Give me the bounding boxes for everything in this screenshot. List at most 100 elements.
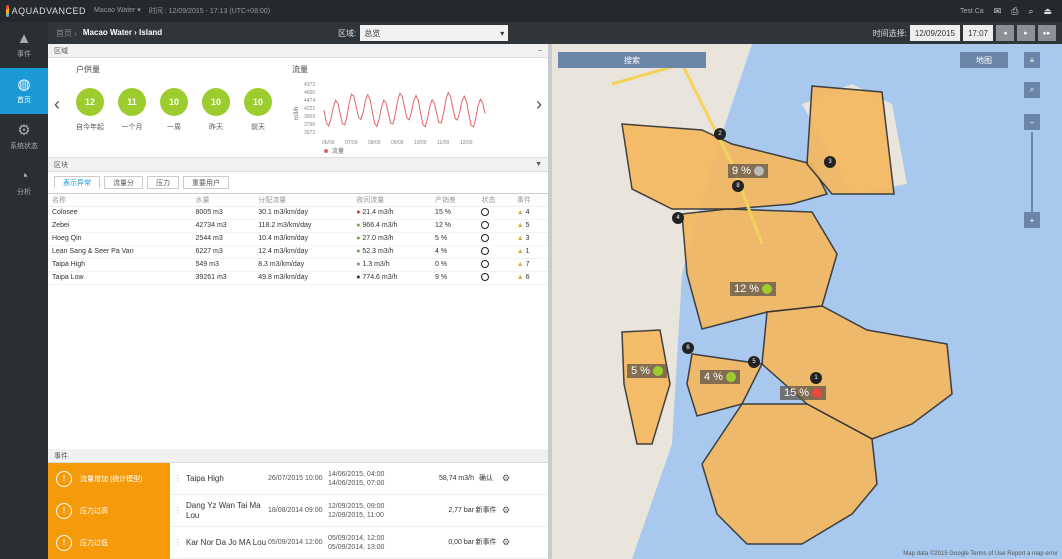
site-selector[interactable]: Macao Water ▾ xyxy=(94,6,141,16)
circle-label: 一个月 xyxy=(121,124,143,131)
map-node[interactable]: 2 xyxy=(714,128,726,140)
sidebar-item-system-status[interactable]: ⚙ 系统状态 xyxy=(0,114,48,160)
drag-handle-icon[interactable]: ⋮ xyxy=(170,538,186,547)
map-node[interactable]: 1 xyxy=(810,372,822,384)
map-node[interactable]: 8 xyxy=(732,180,744,192)
table-row[interactable]: Taipa Low 39261 m3 49.8 m3/km/day ● 774.6 m… xyxy=(48,271,548,285)
event-count: 6 xyxy=(525,274,530,281)
tab-pressure[interactable]: 压力 xyxy=(147,176,179,189)
tab-key-users[interactable]: 重要用户 xyxy=(183,176,229,189)
zone-percent-badge[interactable]: 9 % xyxy=(728,164,768,178)
warning-icon: ▲ xyxy=(516,248,524,255)
event-start: 05/09/2014 12:00 xyxy=(268,539,323,546)
map-node[interactable]: 5 xyxy=(748,356,760,368)
next-button[interactable]: ▸ xyxy=(1017,25,1035,41)
map-type-button[interactable]: 地图 xyxy=(960,52,1008,68)
cell-name: Hoeg Qin xyxy=(48,232,192,246)
prev-arrow-icon[interactable]: ‹ xyxy=(54,94,60,115)
event-location: Taipa High xyxy=(186,473,224,483)
circle-item: 10 昨天 xyxy=(202,88,230,132)
print-icon[interactable]: ⎙ xyxy=(1011,6,1018,17)
cell-events[interactable]: ▲ 7 xyxy=(512,258,548,272)
table-row[interactable]: Zebei 42734 m3 118.2 m3/km/day ● 966.4 m3/h… xyxy=(48,219,548,233)
search-icon[interactable]: ⌕ xyxy=(1028,6,1033,17)
zone-percent-badge[interactable]: 4 % xyxy=(700,370,740,384)
col-name[interactable]: 名称 xyxy=(48,194,192,207)
cell-name: Lean Sang & Seer Pa Van xyxy=(48,245,192,259)
event-start: 26/07/2015 10:00 xyxy=(268,475,323,482)
map-view[interactable]: 搜索 地图 ≡ ⌕ − + 9 % 12 % 5 % 4 % 15 % 2 3 … xyxy=(552,44,1062,559)
table-row[interactable]: Taipa High 549 m3 8.3 m3/km/day ● 1.3 m3/h 0… xyxy=(48,258,548,272)
zoom-area-icon[interactable]: ⌕ xyxy=(1024,82,1040,98)
col-loss[interactable]: 产销差 xyxy=(431,194,478,207)
user-name[interactable]: Test Ca xyxy=(960,8,984,15)
zoom-in-button[interactable]: + xyxy=(1024,212,1040,228)
event-row[interactable]: ! 压力过低 ⋮ Kar Nor Da Jo MA Lou 05/09/2014 12:… xyxy=(48,526,548,559)
region-select[interactable]: 总览 ▾ xyxy=(360,25,509,41)
zone-percent-badge[interactable]: 15 % xyxy=(780,386,827,400)
table-row[interactable]: Lean Sang & Seer Pa Van 6227 m3 12.4 m3/km… xyxy=(48,245,548,259)
cell-events[interactable]: ▲ 6 xyxy=(512,271,548,285)
map-node[interactable]: 4 xyxy=(672,212,684,224)
zone-2[interactable] xyxy=(806,85,895,195)
collapse-icon[interactable]: – xyxy=(538,47,542,54)
cell-events[interactable]: ▲ 3 xyxy=(512,232,548,246)
gear-icon[interactable]: ⚙ xyxy=(498,505,514,516)
logout-icon[interactable]: ⏏ xyxy=(1043,6,1052,17)
col-volume[interactable]: 水量 xyxy=(191,194,255,207)
zone-percent-badge[interactable]: 12 % xyxy=(730,282,777,296)
prev-button[interactable]: ◂ xyxy=(996,25,1014,41)
zone-percent-badge[interactable]: 5 % xyxy=(627,364,667,378)
table-row[interactable]: Hoeg Qin 2544 m3 10.4 m3/km/day ● 27.0 m3/h… xyxy=(48,232,548,246)
event-row[interactable]: ! 压力过高 ⋮ Dang Yz Wan Tai Ma Lou 18/08/2014 0… xyxy=(48,494,548,527)
cell-distribution: 8.3 m3/km/day xyxy=(254,258,353,272)
zoom-out-button[interactable]: − xyxy=(1024,114,1040,130)
flow-line xyxy=(323,91,486,128)
date-input[interactable]: 12/09/2015 xyxy=(909,25,960,41)
status-ring-icon xyxy=(481,246,490,255)
cell-status xyxy=(477,219,513,233)
col-events[interactable]: 事件 xyxy=(512,194,548,207)
cell-loss: 0 % xyxy=(431,258,478,272)
zoom-slider[interactable] xyxy=(1031,132,1033,212)
next-arrow-icon[interactable]: › xyxy=(536,94,542,115)
tab-flow[interactable]: 流量分 xyxy=(104,176,143,189)
sidebar-item-analysis[interactable]: ◔ 分析 xyxy=(0,160,48,206)
drag-handle-icon[interactable]: ⋮ xyxy=(170,474,186,483)
sidebar-item-events[interactable]: ▲ 事件 xyxy=(0,22,48,68)
mail-icon[interactable]: ✉ xyxy=(994,6,1002,17)
flow-date: 11/09 xyxy=(437,140,449,146)
breadcrumb-home[interactable]: 首页 › xyxy=(56,28,77,39)
event-value: 58,74 m3/h xyxy=(438,475,474,482)
circle-label: 昨天 xyxy=(209,124,223,131)
event-period: 14/06/2015, 04:00 14/06/2015, 07:00 xyxy=(328,470,426,488)
cell-night-flow: ● 52.3 m3/h xyxy=(352,245,432,259)
event-status[interactable]: 新事件 xyxy=(474,506,498,515)
map-search-box[interactable]: 搜索 xyxy=(558,52,706,68)
event-row[interactable]: ! 流量增加 (统计模型) ⋮ Taipa High 26/07/2015 10:00 1… xyxy=(48,462,548,495)
table-row[interactable]: Colosee 8005 m3 30.1 m3/km/day ● 21.4 m3/h 1… xyxy=(48,206,548,220)
now-button[interactable]: ▸▸ xyxy=(1038,25,1056,41)
col-distribution[interactable]: 分配流量 xyxy=(254,194,353,207)
time-input[interactable]: 17:07 xyxy=(962,25,993,41)
cell-events[interactable]: ▲ 1 xyxy=(512,245,548,259)
sidebar-item-home[interactable]: ◍ 首页 xyxy=(0,68,48,114)
layers-icon[interactable]: ≡ xyxy=(1024,52,1040,68)
events-panel-header: 事件 xyxy=(48,449,548,463)
filter-icon[interactable]: ▼ xyxy=(535,161,542,168)
cell-events[interactable]: ▲ 4 xyxy=(512,206,548,220)
map-node[interactable]: 6 xyxy=(682,342,694,354)
event-status[interactable]: 确认 xyxy=(474,474,498,483)
map-node[interactable]: 3 xyxy=(824,156,836,168)
gear-icon[interactable]: ⚙ xyxy=(498,537,514,548)
gear-icon[interactable]: ⚙ xyxy=(498,473,514,484)
drag-handle-icon[interactable]: ⋮ xyxy=(170,506,186,515)
col-status[interactable]: 状态 xyxy=(477,194,513,207)
circle-item: 11 一个月 xyxy=(118,88,146,132)
col-night-flow[interactable]: 夜间流量 xyxy=(352,194,432,207)
cell-events[interactable]: ▲ 5 xyxy=(512,219,548,233)
warning-icon: ▲ xyxy=(16,30,32,47)
event-status[interactable]: 新事件 xyxy=(474,538,498,547)
circle-item: 12 自今年起 xyxy=(76,88,104,132)
tab-anomalies[interactable]: 表示异常 xyxy=(54,176,100,189)
